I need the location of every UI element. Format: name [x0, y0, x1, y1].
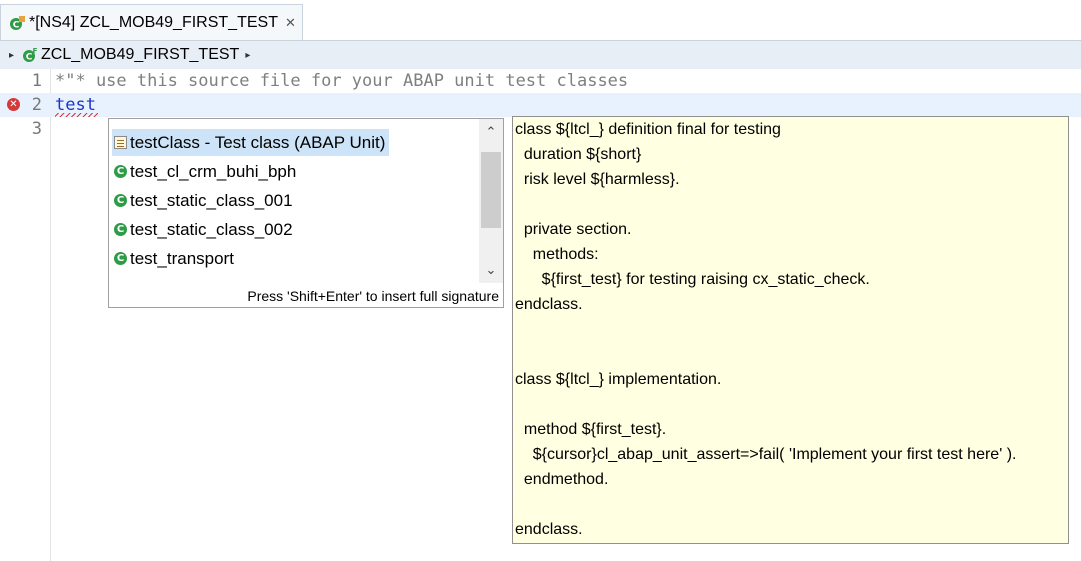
tab-title: *[NS4] ZCL_MOB49_FIRST_TEST	[29, 13, 278, 31]
class-icon: C	[114, 194, 127, 207]
preview-line: private section.	[515, 221, 632, 238]
preview-line: endmethod.	[515, 471, 609, 488]
abap-class-icon: C F	[22, 47, 38, 63]
gutter-divider	[50, 69, 51, 561]
preview-line: class ${ltcl_} definition final for test…	[515, 121, 781, 138]
preview-line: method ${first_test}.	[515, 421, 667, 438]
template-preview-panel: class ${ltcl_} definition final for test…	[512, 116, 1069, 544]
completion-list[interactable]: testClass - Test class (ABAP Unit) C tes…	[109, 119, 479, 283]
preview-line: duration ${short}	[515, 146, 642, 163]
completion-item-testclass[interactable]: testClass - Test class (ABAP Unit)	[112, 129, 390, 156]
completion-item[interactable]: C test_transport	[112, 245, 238, 272]
abap-class-icon: C	[9, 15, 25, 31]
code-completion-popup[interactable]: testClass - Test class (ABAP Unit) C tes…	[108, 118, 504, 308]
line-number: 3	[31, 119, 42, 139]
line-number: 1	[31, 71, 42, 91]
completion-scrollbar[interactable]: ⌃ ⌄	[479, 119, 503, 283]
preview-line: methods:	[515, 246, 599, 263]
code-line[interactable]: 1 *"* use this source file for your ABAP…	[0, 69, 1081, 93]
completion-item-label: testClass - Test class (ABAP Unit)	[130, 132, 386, 152]
close-icon[interactable]: ✕	[285, 15, 296, 31]
completion-item-label: test_static_class_001	[130, 190, 293, 210]
class-icon: C	[114, 252, 127, 265]
scroll-down-icon[interactable]: ⌄	[479, 259, 503, 281]
chevron-right-icon[interactable]: ▸	[245, 50, 250, 61]
template-icon	[114, 136, 127, 149]
editor-tab-bar: C *[NS4] ZCL_MOB49_FIRST_TEST ✕	[0, 0, 1081, 41]
completion-item-label: test_cl_crm_buhi_bph	[130, 161, 297, 181]
preview-line: ${first_test} for testing raising cx_sta…	[515, 271, 870, 288]
completion-item-label: test_transport	[130, 248, 234, 268]
breadcrumb: ▸ C F ZCL_MOB49_FIRST_TEST ▸	[0, 41, 1081, 69]
line-number-gutter	[0, 69, 50, 561]
scrollbar-thumb[interactable]	[481, 152, 501, 228]
preview-line: endclass.	[515, 521, 583, 538]
preview-line: class ${ltcl_} implementation.	[515, 371, 722, 388]
preview-line: ${cursor}cl_abap_unit_assert=>fail( 'Imp…	[515, 446, 1017, 463]
svg-text:C: C	[13, 20, 20, 30]
breadcrumb-class-name[interactable]: ZCL_MOB49_FIRST_TEST	[41, 46, 239, 64]
chevron-right-icon[interactable]: ▸	[9, 50, 14, 61]
class-icon: C	[114, 223, 127, 236]
completion-item-label: test_static_class_002	[130, 219, 293, 239]
code-text: test	[55, 95, 96, 115]
completion-item[interactable]: C test_static_class_001	[112, 187, 297, 214]
completion-status-hint: Press 'Shift+Enter' to insert full signa…	[247, 288, 499, 304]
class-icon: C	[114, 165, 127, 178]
preview-line: risk level ${harmless}.	[515, 171, 680, 188]
code-text: *"* use this source file for your ABAP u…	[55, 71, 629, 91]
line-number: 2	[31, 95, 42, 115]
completion-item[interactable]: C test_cl_crm_buhi_bph	[112, 158, 300, 185]
preview-line: endclass.	[515, 296, 583, 313]
scroll-up-icon[interactable]: ⌃	[479, 121, 503, 143]
code-line-current[interactable]: ✕ 2 test	[0, 93, 1081, 117]
editor-tab[interactable]: C *[NS4] ZCL_MOB49_FIRST_TEST ✕	[0, 4, 303, 40]
completion-item[interactable]: C test_static_class_002	[112, 216, 297, 243]
svg-text:F: F	[33, 47, 38, 55]
